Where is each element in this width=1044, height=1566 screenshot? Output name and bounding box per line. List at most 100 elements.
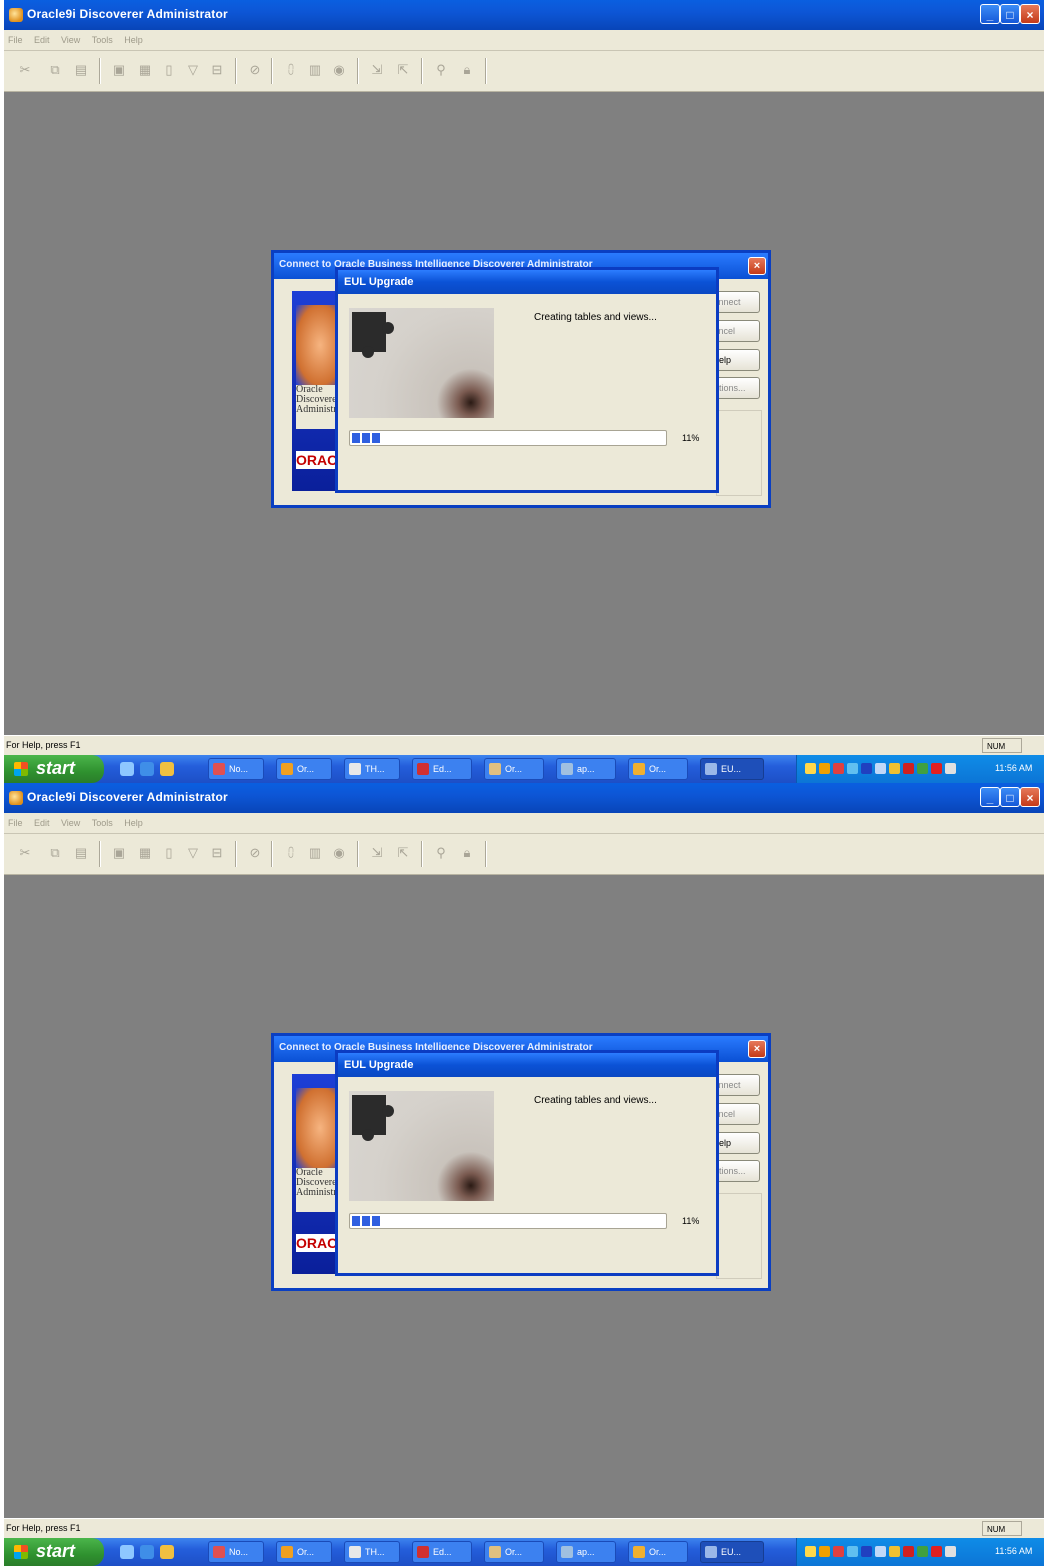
menu-tools[interactable]: Tools <box>88 814 116 828</box>
export-icon[interactable]: ⇱ <box>396 63 410 77</box>
eul-dialog-title-bar[interactable]: EUL Upgrade <box>338 270 716 294</box>
filter-icon[interactable]: ▽ <box>186 846 200 860</box>
menu-view[interactable]: View <box>57 814 83 828</box>
tray-icon[interactable] <box>903 763 914 774</box>
minimize-button[interactable]: _ <box>980 787 1000 807</box>
show-desktop-icon[interactable] <box>120 1545 134 1559</box>
task-button[interactable]: Or... <box>484 758 544 780</box>
menu-edit[interactable]: Edit <box>30 31 53 45</box>
find-icon[interactable]: ⚲ <box>434 846 448 860</box>
menu-file[interactable]: File <box>4 31 26 45</box>
tray-icon[interactable] <box>847 1546 858 1557</box>
tray-icon[interactable] <box>903 1546 914 1557</box>
tray-icon[interactable] <box>931 1546 942 1557</box>
lock-icon[interactable]: 🔒︎ <box>460 846 474 860</box>
tray-icon[interactable] <box>861 763 872 774</box>
task-button[interactable]: Or... <box>628 1541 688 1563</box>
new-folder-icon[interactable]: ▣ <box>112 63 126 77</box>
tray-icon[interactable] <box>805 763 816 774</box>
properties-icon[interactable]: ▦ <box>138 846 152 860</box>
summary-icon[interactable]: ⩇ <box>284 63 298 77</box>
item-icon[interactable]: ▯ <box>162 846 176 860</box>
import-icon[interactable]: ⇲ <box>370 63 384 77</box>
import-icon[interactable]: ⇲ <box>370 846 384 860</box>
task-button[interactable]: Ed... <box>412 758 472 780</box>
tray-icon[interactable] <box>917 1546 928 1557</box>
task-button[interactable]: Or... <box>276 1541 332 1563</box>
start-button[interactable]: start <box>4 755 104 783</box>
database-icon[interactable]: ◉ <box>332 846 346 860</box>
tray-icon[interactable] <box>819 763 830 774</box>
calendar-icon[interactable]: ▥ <box>308 63 322 77</box>
menu-help[interactable]: Help <box>120 814 146 828</box>
connect-dialog-close-button[interactable]: × <box>748 1040 766 1058</box>
tray-icon[interactable] <box>931 763 942 774</box>
task-button[interactable]: ap... <box>556 758 616 780</box>
item-icon[interactable]: ▯ <box>162 63 176 77</box>
menu-view[interactable]: View <box>57 31 83 45</box>
explorer-folder-icon[interactable] <box>160 762 174 776</box>
close-button[interactable]: × <box>1020 4 1040 24</box>
task-button[interactable]: ap... <box>556 1541 616 1563</box>
maximize-button[interactable]: □ <box>1000 4 1020 24</box>
tray-icon[interactable] <box>833 1546 844 1557</box>
tray-icon[interactable] <box>875 1546 886 1557</box>
hierarchy-icon[interactable]: ⊘ <box>248 63 262 77</box>
tray-icon[interactable] <box>889 1546 900 1557</box>
database-icon[interactable]: ◉ <box>332 63 346 77</box>
tray-icon[interactable] <box>861 1546 872 1557</box>
task-button-active[interactable]: EU... <box>700 1541 764 1563</box>
title-bar[interactable]: Oracle9i Discoverer Administrator _ □ × <box>4 0 1044 30</box>
task-button[interactable]: Or... <box>628 758 688 780</box>
minimize-button[interactable]: _ <box>980 4 1000 24</box>
cut-icon[interactable]: ✂ <box>18 63 32 77</box>
task-button[interactable]: No... <box>208 758 264 780</box>
task-button[interactable]: No... <box>208 1541 264 1563</box>
tray-icon[interactable] <box>889 763 900 774</box>
task-button[interactable]: TH... <box>344 1541 400 1563</box>
find-icon[interactable]: ⚲ <box>434 63 448 77</box>
tray-icon[interactable] <box>833 763 844 774</box>
maximize-button[interactable]: □ <box>1000 787 1020 807</box>
join-icon[interactable]: ⊟ <box>210 846 224 860</box>
tray-icon[interactable] <box>819 1546 830 1557</box>
close-button[interactable]: × <box>1020 787 1040 807</box>
menu-file[interactable]: File <box>4 814 26 828</box>
properties-icon[interactable]: ▦ <box>138 63 152 77</box>
eul-dialog-title-bar[interactable]: EUL Upgrade <box>338 1053 716 1077</box>
tray-icon[interactable] <box>917 763 928 774</box>
tray-icon[interactable] <box>847 763 858 774</box>
filter-icon[interactable]: ▽ <box>186 63 200 77</box>
menu-tools[interactable]: Tools <box>88 31 116 45</box>
copy-icon[interactable]: ⧉ <box>48 846 62 860</box>
paste-icon[interactable]: ▤ <box>74 63 88 77</box>
menu-help[interactable]: Help <box>120 31 146 45</box>
task-button-active[interactable]: EU... <box>700 758 764 780</box>
explorer-folder-icon[interactable] <box>160 1545 174 1559</box>
connect-dialog-close-button[interactable]: × <box>748 257 766 275</box>
summary-icon[interactable]: ⩇ <box>284 846 298 860</box>
calendar-icon[interactable]: ▥ <box>308 846 322 860</box>
new-folder-icon[interactable]: ▣ <box>112 846 126 860</box>
tray-icon[interactable] <box>875 763 886 774</box>
title-bar[interactable]: Oracle9i Discoverer Administrator _ □ × <box>4 783 1044 813</box>
export-icon[interactable]: ⇱ <box>396 846 410 860</box>
lock-icon[interactable]: 🔒︎ <box>460 63 474 77</box>
show-desktop-icon[interactable] <box>120 762 134 776</box>
hierarchy-icon[interactable]: ⊘ <box>248 846 262 860</box>
internet-explorer-icon[interactable] <box>140 1545 154 1559</box>
tray-icon[interactable] <box>805 1546 816 1557</box>
join-icon[interactable]: ⊟ <box>210 63 224 77</box>
copy-icon[interactable]: ⧉ <box>48 63 62 77</box>
task-button[interactable]: TH... <box>344 758 400 780</box>
internet-explorer-icon[interactable] <box>140 762 154 776</box>
task-button[interactable]: Ed... <box>412 1541 472 1563</box>
paste-icon[interactable]: ▤ <box>74 846 88 860</box>
tray-icon[interactable] <box>945 763 956 774</box>
task-button[interactable]: Or... <box>276 758 332 780</box>
cut-icon[interactable]: ✂ <box>18 846 32 860</box>
start-button[interactable]: start <box>4 1538 104 1566</box>
tray-icon[interactable] <box>945 1546 956 1557</box>
menu-edit[interactable]: Edit <box>30 814 53 828</box>
task-button[interactable]: Or... <box>484 1541 544 1563</box>
